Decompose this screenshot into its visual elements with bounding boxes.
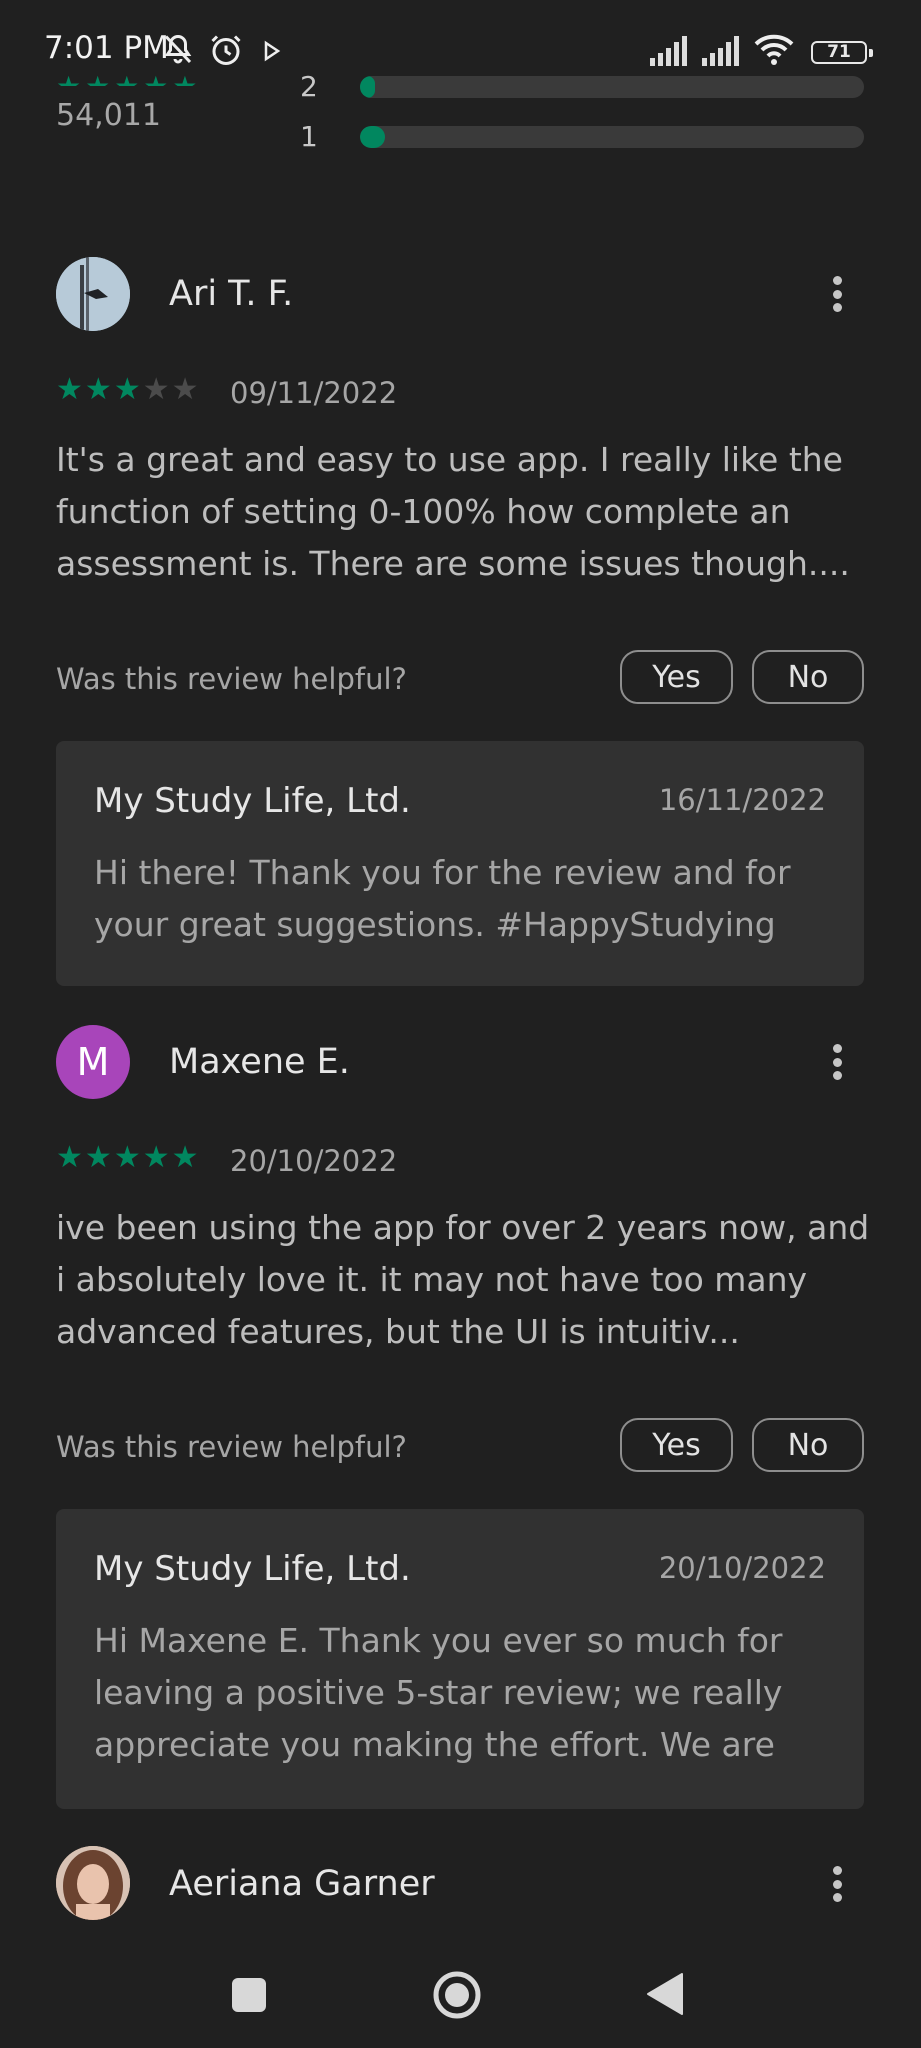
rating-bar-track: [360, 76, 864, 98]
rating-bar-track: [360, 126, 864, 148]
battery-icon: 71: [811, 41, 873, 64]
avatar-photo: [56, 1846, 130, 1920]
more-options-icon[interactable]: [822, 1038, 852, 1086]
helpful-question: Was this review helpful?: [56, 662, 407, 696]
alarm-icon: [211, 35, 241, 65]
review-date: 09/11/2022: [230, 376, 398, 410]
reply-date: 20/10/2022: [658, 1551, 826, 1585]
wifi-icon: [754, 34, 794, 65]
recents-square-icon[interactable]: [232, 1978, 266, 2012]
star-filled-icon: ★: [56, 1140, 85, 1175]
review-text[interactable]: It's a great and easy to use app. I real…: [56, 434, 876, 590]
helpful-yes-button[interactable]: Yes: [620, 1418, 733, 1472]
reviewer-name: Maxene E.: [169, 1042, 350, 1082]
helpful-yes-button[interactable]: Yes: [620, 650, 733, 704]
star-filled-icon: ★: [84, 372, 114, 407]
avatar[interactable]: [56, 1846, 130, 1920]
reply-date: 16/11/2022: [658, 783, 826, 817]
play-icon: [264, 40, 281, 62]
developer-reply: My Study Life, Ltd. 16/11/2022 Hi there!…: [56, 741, 864, 986]
home-circle-icon[interactable]: [432, 1970, 482, 2020]
rating-bar-fill: [360, 76, 376, 98]
helpful-question: Was this review helpful?: [56, 1430, 407, 1464]
helpful-no-button[interactable]: No: [752, 1418, 864, 1472]
review-date: 20/10/2022: [230, 1144, 398, 1178]
star-empty-icon: ★: [142, 372, 172, 407]
rating-bar-label: 2: [300, 70, 318, 103]
total-ratings-count: 54,011: [56, 98, 161, 133]
signal-icon: [702, 36, 739, 66]
signal-icon: [650, 36, 687, 66]
rating-bar-fill: [360, 126, 386, 148]
helpful-no-button[interactable]: No: [752, 650, 864, 704]
star-empty-icon: ★: [171, 372, 201, 407]
star-filled-icon: ★: [113, 372, 143, 407]
developer-reply: My Study Life, Ltd. 20/10/2022 Hi Maxene…: [56, 1509, 864, 1809]
more-options-icon[interactable]: [822, 1860, 852, 1908]
reply-text: Hi there! Thank you for the review and f…: [94, 853, 791, 944]
reply-developer-name: My Study Life, Ltd.: [94, 781, 411, 821]
star-filled-icon: ★: [171, 1140, 201, 1175]
bell-off-icon: [164, 34, 192, 64]
avatar[interactable]: [56, 257, 130, 331]
summary-stars: ★★★★★: [56, 70, 202, 86]
rating-bar-label: 1: [300, 120, 318, 153]
more-options-icon[interactable]: [822, 270, 852, 318]
avatar-photo: [56, 257, 130, 331]
review-stars: ★★★★★: [56, 1140, 201, 1175]
star-filled-icon: ★: [84, 1140, 114, 1175]
reviewer-name: Ari T. F.: [169, 274, 294, 314]
status-time: 7:01 PM: [44, 30, 169, 66]
review-text[interactable]: ive been using the app for over 2 years …: [56, 1202, 876, 1358]
reviewer-name: Aeriana Garner: [169, 1864, 435, 1904]
star-filled-icon: ★: [56, 372, 85, 407]
back-triangle-icon[interactable]: [646, 1972, 684, 2016]
star-filled-icon: ★: [113, 1140, 143, 1175]
review-stars: ★★★★★: [56, 372, 201, 407]
reply-developer-name: My Study Life, Ltd.: [94, 1549, 411, 1589]
avatar-initial[interactable]: M: [56, 1025, 130, 1099]
star-filled-icon: ★: [142, 1140, 172, 1175]
reply-text: Hi Maxene E. Thank you ever so much for …: [94, 1621, 783, 1764]
